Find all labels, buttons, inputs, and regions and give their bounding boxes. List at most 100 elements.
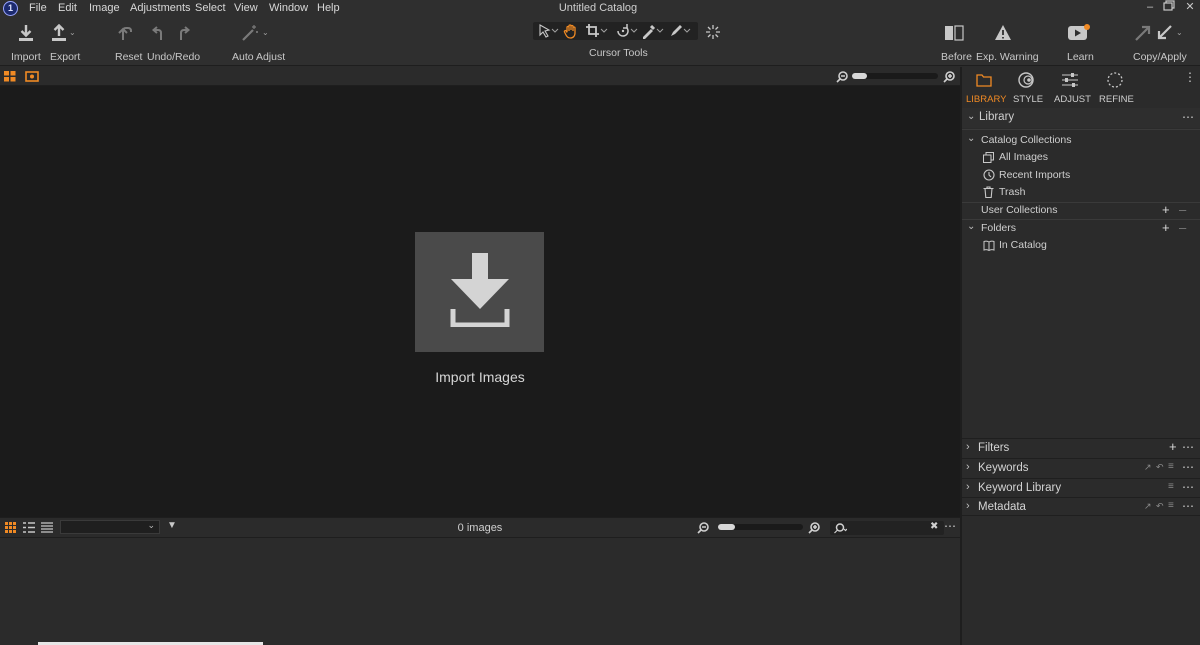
library-more-icon[interactable]: ⋯ — [1182, 110, 1194, 124]
filter-funnel-icon[interactable]: ▼ — [167, 520, 177, 531]
chevron-down-icon: ⌄ — [147, 520, 155, 530]
brush-cursor-tool[interactable] — [668, 23, 692, 39]
auto-adjust-button[interactable]: ⌄ Auto Adjust — [231, 21, 286, 63]
export-button[interactable]: ⌄ Export — [48, 21, 82, 63]
copy-arrow-icon — [1135, 25, 1151, 41]
copy-apply-button[interactable]: ⌄ Copy/Apply — [1130, 21, 1188, 63]
remove-collection-icon[interactable]: – — [1179, 202, 1186, 217]
browser-toolbar: ⌄ ▼ 0 images ✖ ⋯ — [0, 517, 960, 538]
search-icon — [834, 523, 847, 534]
add-collection-icon[interactable]: + — [1162, 202, 1170, 217]
menu-view[interactable]: View — [234, 2, 258, 14]
reset-icon[interactable]: ↶ — [1156, 462, 1164, 473]
picker-cursor-tool[interactable] — [641, 23, 665, 39]
menu-select[interactable]: Select — [195, 2, 226, 14]
menu-window[interactable]: Window — [269, 2, 308, 14]
tab-refine[interactable]: REFINE — [1098, 67, 1134, 107]
folders-row[interactable]: ⌄ Folders + – — [962, 220, 1200, 237]
learn-button[interactable]: Learn — [1063, 21, 1095, 63]
zoom-out-icon[interactable] — [697, 522, 709, 534]
folder-icon — [976, 74, 992, 87]
presets-icon[interactable]: ≡ — [1168, 481, 1174, 492]
keywords-more-icon[interactable]: ⋯ — [1182, 460, 1194, 474]
auto-adjust-label: Auto Adjust — [232, 51, 286, 63]
grid-view-icon[interactable] — [4, 71, 16, 82]
menu-file[interactable]: File — [29, 2, 47, 14]
tab-library[interactable]: LIBRARY — [964, 67, 1006, 107]
user-collections-row[interactable]: User Collections + – — [962, 202, 1200, 219]
remove-folder-icon[interactable]: – — [1179, 220, 1186, 235]
pan-cursor-tool[interactable] — [563, 23, 579, 39]
export-label: Export — [50, 51, 81, 63]
select-cursor-tool[interactable] — [537, 23, 561, 39]
image-browser — [0, 538, 960, 645]
import-download-icon — [450, 253, 510, 327]
presets-icon[interactable]: ≡ — [1168, 461, 1174, 472]
thumbnail-grid-icon[interactable] — [5, 522, 16, 533]
library-section-header[interactable]: ⌄ Library ⋯ — [962, 108, 1200, 128]
search-input[interactable]: ✖ — [830, 521, 944, 535]
clear-search-icon[interactable]: ✖ — [930, 521, 938, 532]
zoom-in-icon[interactable] — [943, 71, 955, 83]
keywords-label: Keywords — [978, 462, 1029, 474]
all-images-item[interactable]: All Images — [962, 149, 1200, 166]
tab-refine-label: REFINE — [1099, 94, 1134, 105]
menu-image[interactable]: Image — [89, 2, 120, 14]
keywords-section[interactable]: › Keywords ↗ ↶ ≡ ⋯ — [962, 458, 1200, 477]
chevron-down-icon: ⌄ — [967, 133, 976, 144]
warning-icon — [995, 25, 1011, 40]
chevron-down-icon: ⌄ — [262, 28, 269, 37]
crop-cursor-tool[interactable] — [585, 23, 609, 39]
filmstrip-view-icon[interactable] — [41, 522, 53, 533]
keyword-library-section[interactable]: › Keyword Library ≡ ⋯ — [962, 478, 1200, 497]
undo-redo-button[interactable]: Undo/Redo — [147, 21, 200, 63]
import-label: Import — [11, 51, 41, 63]
keyword-library-more-icon[interactable]: ⋯ — [1182, 480, 1194, 494]
catalog-collections-row[interactable]: ⌄ Catalog Collections — [962, 132, 1200, 149]
import-images-button[interactable] — [415, 232, 544, 352]
import-icon — [19, 25, 33, 41]
trash-item[interactable]: Trash — [962, 184, 1200, 201]
brush-icon — [671, 25, 691, 36]
recent-imports-item[interactable]: Recent Imports — [962, 167, 1200, 184]
add-folder-icon[interactable]: + — [1162, 220, 1170, 235]
browser-more-icon[interactable]: ⋯ — [944, 519, 956, 533]
in-catalog-item[interactable]: In Catalog — [962, 237, 1200, 254]
chevron-right-icon: › — [966, 461, 970, 473]
viewer-mode-icon[interactable] — [25, 71, 39, 82]
list-view-icon[interactable] — [23, 522, 35, 533]
zoom-out-icon[interactable] — [836, 71, 848, 83]
before-button[interactable]: Before — [940, 21, 972, 63]
tab-style[interactable]: STYLE — [1010, 67, 1043, 107]
copy-icon[interactable]: ↗ — [1144, 462, 1152, 473]
filters-section[interactable]: › Filters + ⋯ — [962, 438, 1200, 457]
zoom-in-icon[interactable] — [808, 522, 820, 534]
tab-adjust[interactable]: ADJUST — [1052, 67, 1091, 107]
panel-menu-icon[interactable]: ⋮ — [1184, 71, 1196, 83]
app-logo-icon: 1 — [3, 1, 18, 16]
add-filter-icon[interactable]: + — [1169, 439, 1177, 454]
spot-tool-button[interactable] — [705, 24, 721, 43]
clock-icon — [983, 169, 995, 181]
sort-dropdown[interactable]: ⌄ — [60, 520, 160, 534]
import-button[interactable]: Import — [10, 21, 42, 63]
minimize-icon[interactable]: – — [1143, 0, 1157, 14]
tool-tabs: LIBRARY STYLE ADJUST REFINE ⋮ — [962, 67, 1200, 107]
menu-edit[interactable]: Edit — [58, 2, 77, 14]
reset-icon[interactable]: ↶ — [1156, 501, 1164, 512]
presets-icon[interactable]: ≡ — [1168, 500, 1174, 511]
sliders-icon — [1062, 73, 1078, 87]
menu-adjustments[interactable]: Adjustments — [130, 2, 191, 14]
metadata-more-icon[interactable]: ⋯ — [1182, 499, 1194, 513]
restore-icon[interactable] — [1162, 0, 1176, 14]
close-window-icon[interactable]: ✕ — [1183, 0, 1197, 14]
cursor-tools-group — [533, 22, 698, 40]
undo-icon — [151, 26, 162, 40]
exposure-warning-button[interactable]: Exp. Warning — [975, 21, 1039, 63]
filters-more-icon[interactable]: ⋯ — [1182, 440, 1194, 454]
metadata-section[interactable]: › Metadata ↗ ↶ ≡ ⋯ — [962, 497, 1200, 516]
copy-icon[interactable]: ↗ — [1144, 501, 1152, 512]
menu-help[interactable]: Help — [317, 2, 340, 14]
reset-button[interactable]: Reset — [114, 21, 142, 63]
rotate-cursor-tool[interactable] — [615, 23, 639, 39]
